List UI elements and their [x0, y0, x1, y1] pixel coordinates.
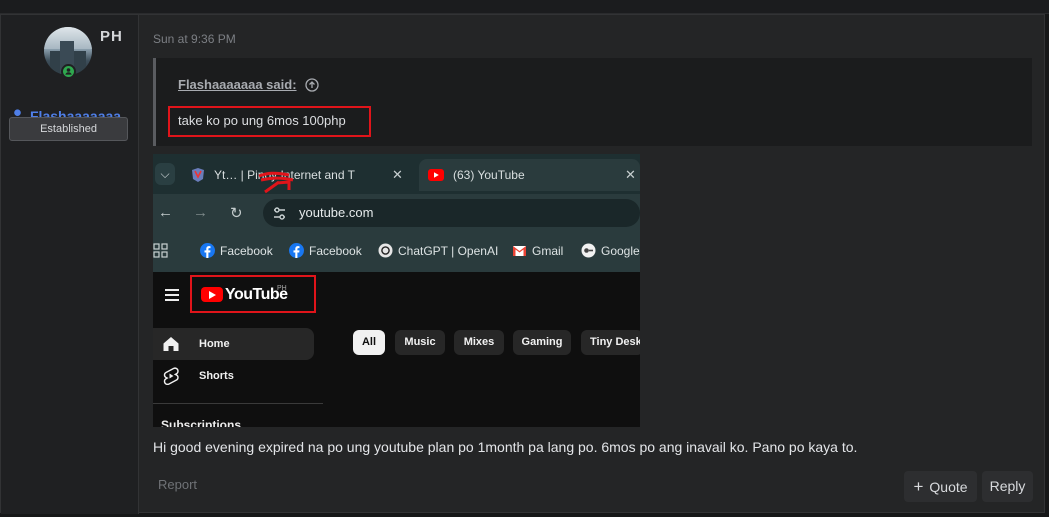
menu-icon — [165, 289, 179, 304]
youtube-page: YouTube PH Home Shorts Subscriptions All… — [153, 272, 640, 427]
quote-button[interactable]: + Quote — [904, 471, 977, 502]
report-link[interactable]: Report — [158, 477, 197, 492]
post-timestamp[interactable]: Sun at 9:36 PM — [153, 32, 236, 46]
forum-post: PH Flashaaaaaaa Established Sun at 9:36 … — [0, 14, 1045, 514]
url-text: youtube.com — [299, 205, 374, 220]
online-status-icon — [61, 64, 76, 79]
gmail-icon — [513, 246, 526, 256]
quote-text: take ko po ung 6mos 100php — [178, 113, 346, 128]
tab-close-icon: ✕ — [392, 167, 403, 182]
bookmark-gmail: Gmail — [512, 243, 563, 258]
browser-tab-1: Yt… | Pinoy Internet and T ✕ — [181, 159, 413, 194]
facebook-icon — [200, 243, 215, 258]
bookmark-facebook-1: Facebook — [200, 243, 273, 258]
tab-2-title: (63) YouTube — [453, 168, 525, 182]
forward-arrow-icon: → — [193, 204, 208, 221]
plus-icon: + — [913, 477, 924, 496]
top-strip — [0, 0, 1049, 14]
quote-author-link[interactable]: Flashaaaaaaa said: — [178, 77, 319, 92]
back-arrow-icon: ← — [158, 204, 173, 221]
reply-button[interactable]: Reply — [982, 471, 1033, 502]
attached-screenshot[interactable]: ⌵ Yt… | Pinoy Internet and T ✕ (63) YouT… — [153, 154, 640, 427]
user-info-column: PH Flashaaaaaaa Established — [1, 15, 139, 514]
browser-tab-strip: ⌵ Yt… | Pinoy Internet and T ✕ (63) YouT… — [153, 154, 640, 194]
url-bar: youtube.com — [263, 199, 640, 227]
chip-all: All — [353, 330, 385, 355]
chip-gaming: Gaming — [513, 330, 571, 355]
shorts-icon — [163, 367, 179, 385]
quote-block: Flashaaaaaaa said: take ko po ung 6mos 1… — [153, 58, 1032, 146]
jump-to-quote-icon[interactable] — [304, 77, 319, 92]
country-flag-label: PH — [100, 28, 123, 45]
tab-search-icon: ⌵ — [155, 163, 175, 185]
openai-icon — [378, 243, 393, 258]
browser-address-bar-row: ← → ↻ youtube.com — [153, 194, 640, 232]
reload-icon: ↻ — [230, 205, 243, 222]
chip-music: Music — [395, 330, 445, 355]
post-body-text: Hi good evening expired na po ung youtub… — [153, 439, 858, 455]
tab-close-icon: ✕ — [625, 167, 636, 182]
bookmarks-bar: Facebook Facebook ChatGPT | OpenAI Gmail… — [153, 232, 640, 272]
youtube-favicon-icon — [428, 168, 444, 184]
user-rank-badge: Established — [9, 117, 128, 141]
sidebar-divider — [153, 403, 323, 404]
bookmark-chatgpt: ChatGPT | OpenAI — [378, 243, 498, 258]
apps-grid-icon — [153, 243, 168, 258]
bookmark-facebook-2: Facebook — [289, 243, 362, 258]
quote-button-label: Quote — [929, 479, 968, 495]
home-icon — [163, 337, 179, 351]
bookmark-google: Google — [581, 243, 640, 258]
browser-tab-2: (63) YouTube ✕ — [419, 159, 640, 191]
facebook-icon — [289, 243, 304, 258]
google-icon — [581, 243, 596, 258]
youtube-region-label: PH — [277, 285, 287, 292]
youtube-logo-icon — [201, 287, 223, 302]
site-favicon-icon — [192, 168, 204, 182]
quote-author-text: Flashaaaaaaa said: — [178, 77, 297, 92]
red-scribble-mark — [258, 171, 294, 194]
chip-tiny-desk: Tiny Desk — [581, 330, 640, 355]
sidebar-item-home: Home — [153, 328, 314, 360]
chip-mixes: Mixes — [454, 330, 504, 355]
subscriptions-heading: Subscriptions — [161, 418, 242, 427]
site-settings-icon — [274, 207, 285, 220]
